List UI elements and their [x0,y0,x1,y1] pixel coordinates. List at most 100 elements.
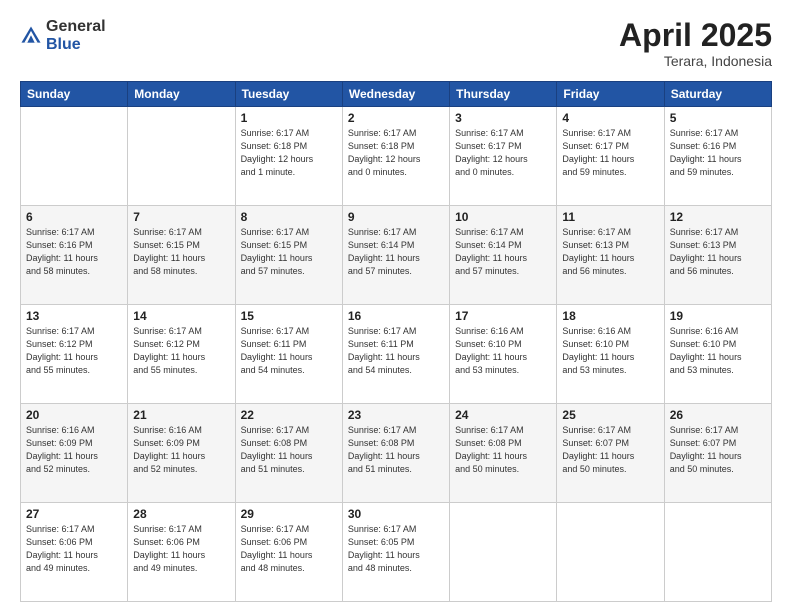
day-detail: Sunrise: 6:16 AM Sunset: 6:09 PM Dayligh… [133,424,229,476]
day-number: 19 [670,309,766,323]
day-detail: Sunrise: 6:17 AM Sunset: 6:16 PM Dayligh… [670,127,766,179]
calendar-cell: 6Sunrise: 6:17 AM Sunset: 6:16 PM Daylig… [21,206,128,305]
day-number: 3 [455,111,551,125]
logo-icon [20,25,42,47]
day-detail: Sunrise: 6:17 AM Sunset: 6:15 PM Dayligh… [241,226,337,278]
day-number: 7 [133,210,229,224]
calendar-cell: 28Sunrise: 6:17 AM Sunset: 6:06 PM Dayli… [128,503,235,602]
logo: General Blue [20,18,106,53]
day-detail: Sunrise: 6:17 AM Sunset: 6:08 PM Dayligh… [455,424,551,476]
calendar-header: SundayMondayTuesdayWednesdayThursdayFrid… [21,82,772,107]
calendar-cell: 5 Sunrise: 6:17 AM Sunset: 6:16 PM Daylig… [664,107,771,206]
header-cell-wednesday: Wednesday [342,82,449,107]
day-detail: Sunrise: 6:16 AM Sunset: 6:10 PM Dayligh… [455,325,551,377]
day-detail: Sunrise: 6:16 AM Sunset: 6:09 PM Dayligh… [26,424,122,476]
day-detail: Sunrise: 6:17 AM Sunset: 6:18 PM Dayligh… [241,127,337,179]
calendar-cell: 21 Sunrise: 6:16 AM Sunset: 6:09 PM Dayli… [128,404,235,503]
calendar-cell: 11Sunrise: 6:17 AM Sunset: 6:13 PM Dayli… [557,206,664,305]
day-detail: Sunrise: 6:17 AM Sunset: 6:05 PM Dayligh… [348,523,444,575]
title-block: April 2025 Terara, Indonesia [619,18,772,69]
calendar-cell: 12 Sunrise: 6:17 AM Sunset: 6:13 PM Dayli… [664,206,771,305]
day-detail: Sunrise: 6:17 AM Sunset: 6:12 PM Dayligh… [133,325,229,377]
logo-general-text: General [46,18,106,35]
day-detail: Sunrise: 6:17 AM Sunset: 6:11 PM Dayligh… [348,325,444,377]
day-number: 24 [455,408,551,422]
header-cell-friday: Friday [557,82,664,107]
calendar-cell: 13 Sunrise: 6:17 AM Sunset: 6:12 PM Dayli… [21,305,128,404]
day-number: 5 [670,111,766,125]
calendar-cell: 8 Sunrise: 6:17 AM Sunset: 6:15 PM Daylig… [235,206,342,305]
calendar-cell [128,107,235,206]
day-number: 26 [670,408,766,422]
day-number: 29 [241,507,337,521]
calendar-cell: 7Sunrise: 6:17 AM Sunset: 6:15 PM Daylig… [128,206,235,305]
logo-blue-text: Blue [46,36,81,53]
day-number: 13 [26,309,122,323]
calendar-cell: 1 Sunrise: 6:17 AM Sunset: 6:18 PM Daylig… [235,107,342,206]
page: General Blue April 2025 Terara, Indonesi… [0,0,792,612]
calendar-cell: 29 Sunrise: 6:17 AM Sunset: 6:06 PM Dayli… [235,503,342,602]
calendar-cell: 9Sunrise: 6:17 AM Sunset: 6:14 PM Daylig… [342,206,449,305]
day-number: 20 [26,408,122,422]
calendar-cell: 4 Sunrise: 6:17 AM Sunset: 6:17 PM Daylig… [557,107,664,206]
day-detail: Sunrise: 6:17 AM Sunset: 6:13 PM Dayligh… [670,226,766,278]
calendar-cell [557,503,664,602]
logo-text: General Blue [46,18,106,53]
day-number: 27 [26,507,122,521]
day-detail: Sunrise: 6:17 AM Sunset: 6:06 PM Dayligh… [241,523,337,575]
calendar-cell: 17 Sunrise: 6:16 AM Sunset: 6:10 PM Dayli… [450,305,557,404]
day-number: 8 [241,210,337,224]
week-row-2: 6Sunrise: 6:17 AM Sunset: 6:16 PM Daylig… [21,206,772,305]
day-detail: Sunrise: 6:17 AM Sunset: 6:08 PM Dayligh… [241,424,337,476]
day-number: 22 [241,408,337,422]
day-detail: Sunrise: 6:17 AM Sunset: 6:07 PM Dayligh… [562,424,658,476]
calendar-cell: 3Sunrise: 6:17 AM Sunset: 6:17 PM Daylig… [450,107,557,206]
month-title: April 2025 [619,18,772,53]
header: General Blue April 2025 Terara, Indonesi… [20,18,772,69]
day-number: 25 [562,408,658,422]
calendar-cell: 26Sunrise: 6:17 AM Sunset: 6:07 PM Dayli… [664,404,771,503]
day-number: 4 [562,111,658,125]
calendar-cell [664,503,771,602]
header-cell-thursday: Thursday [450,82,557,107]
day-number: 18 [562,309,658,323]
calendar-cell: 18 Sunrise: 6:16 AM Sunset: 6:10 PM Dayli… [557,305,664,404]
day-detail: Sunrise: 6:17 AM Sunset: 6:06 PM Dayligh… [26,523,122,575]
calendar-cell: 14Sunrise: 6:17 AM Sunset: 6:12 PM Dayli… [128,305,235,404]
calendar-cell: 19 Sunrise: 6:16 AM Sunset: 6:10 PM Dayli… [664,305,771,404]
day-detail: Sunrise: 6:17 AM Sunset: 6:17 PM Dayligh… [562,127,658,179]
day-number: 15 [241,309,337,323]
day-number: 2 [348,111,444,125]
day-detail: Sunrise: 6:17 AM Sunset: 6:08 PM Dayligh… [348,424,444,476]
calendar-cell: 27 Sunrise: 6:17 AM Sunset: 6:06 PM Dayli… [21,503,128,602]
day-detail: Sunrise: 6:17 AM Sunset: 6:12 PM Dayligh… [26,325,122,377]
day-number: 1 [241,111,337,125]
week-row-4: 20 Sunrise: 6:16 AM Sunset: 6:09 PM Dayli… [21,404,772,503]
day-number: 10 [455,210,551,224]
calendar-cell [21,107,128,206]
day-number: 21 [133,408,229,422]
header-row: SundayMondayTuesdayWednesdayThursdayFrid… [21,82,772,107]
day-number: 23 [348,408,444,422]
location: Terara, Indonesia [619,53,772,69]
calendar-cell: 22 Sunrise: 6:17 AM Sunset: 6:08 PM Dayli… [235,404,342,503]
header-cell-saturday: Saturday [664,82,771,107]
calendar-cell: 16 Sunrise: 6:17 AM Sunset: 6:11 PM Dayli… [342,305,449,404]
calendar-table: SundayMondayTuesdayWednesdayThursdayFrid… [20,81,772,602]
day-detail: Sunrise: 6:16 AM Sunset: 6:10 PM Dayligh… [670,325,766,377]
week-row-5: 27 Sunrise: 6:17 AM Sunset: 6:06 PM Dayli… [21,503,772,602]
header-cell-monday: Monday [128,82,235,107]
day-number: 30 [348,507,444,521]
calendar-cell: 2 Sunrise: 6:17 AM Sunset: 6:18 PM Daylig… [342,107,449,206]
calendar-cell [450,503,557,602]
day-detail: Sunrise: 6:16 AM Sunset: 6:10 PM Dayligh… [562,325,658,377]
week-row-3: 13 Sunrise: 6:17 AM Sunset: 6:12 PM Dayli… [21,305,772,404]
day-number: 11 [562,210,658,224]
day-number: 17 [455,309,551,323]
calendar-cell: 23 Sunrise: 6:17 AM Sunset: 6:08 PM Dayli… [342,404,449,503]
day-detail: Sunrise: 6:17 AM Sunset: 6:11 PM Dayligh… [241,325,337,377]
day-detail: Sunrise: 6:17 AM Sunset: 6:18 PM Dayligh… [348,127,444,179]
day-detail: Sunrise: 6:17 AM Sunset: 6:16 PM Dayligh… [26,226,122,278]
day-number: 12 [670,210,766,224]
day-number: 16 [348,309,444,323]
